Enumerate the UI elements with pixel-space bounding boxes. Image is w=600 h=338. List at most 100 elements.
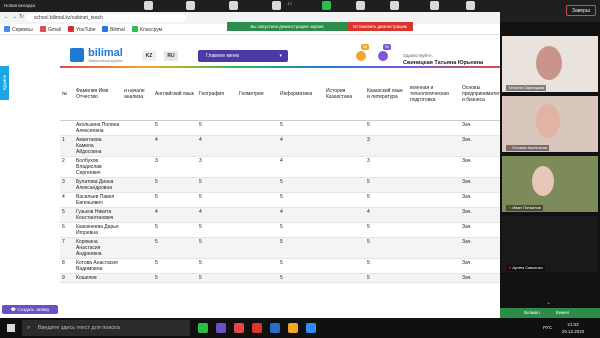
- grade-cell[interactable]: [324, 273, 365, 283]
- grade-cell[interactable]: 1: [60, 135, 74, 157]
- grade-cell[interactable]: 5: [60, 207, 74, 223]
- grade-cell[interactable]: Зач.: [460, 273, 500, 283]
- grade-cell[interactable]: Зач.: [460, 222, 500, 238]
- grade-cell[interactable]: 5: [197, 273, 237, 283]
- grade-cell[interactable]: 5: [278, 237, 324, 259]
- table-row[interactable]: 1 Амантаева Камила Айдосовна 4 4 4 3 Зач.: [60, 135, 500, 157]
- grade-cell[interactable]: 5: [197, 222, 237, 238]
- grade-cell[interactable]: 4: [365, 207, 408, 223]
- grade-cell[interactable]: 4: [197, 207, 237, 223]
- grade-cell[interactable]: [408, 222, 460, 238]
- grade-cell[interactable]: [408, 207, 460, 223]
- table-row[interactable]: 4 Васильев Павел Евгеньевич 5 5 5 5 Зач.: [60, 192, 500, 208]
- grade-cell[interactable]: [408, 156, 460, 178]
- word-icon[interactable]: [270, 323, 280, 333]
- grade-cell[interactable]: 4: [197, 135, 237, 157]
- video-tile[interactable]: ✕Артём Савченко: [502, 216, 598, 272]
- grade-cell[interactable]: 4: [153, 135, 197, 157]
- table-row[interactable]: 3 Булатова Диана Александровна 5 5 5 5 Зач.: [60, 177, 500, 193]
- create-request-button[interactable]: 💬 Создать заявку: [2, 305, 58, 314]
- table-row[interactable]: 2 Болбухов Владислав Сергеевич 3 3 4 3 Зач.: [60, 156, 500, 178]
- grade-cell[interactable]: 3: [365, 135, 408, 157]
- grade-cell[interactable]: 4: [60, 192, 74, 208]
- grade-cell[interactable]: [237, 120, 278, 136]
- lang-ru-button[interactable]: RU: [164, 51, 178, 61]
- grade-cell[interactable]: 4: [278, 135, 324, 157]
- grade-cell[interactable]: [122, 192, 153, 208]
- url-input[interactable]: school.bilimal.kz/cabinet_teach: [26, 14, 186, 22]
- grade-cell[interactable]: [324, 135, 365, 157]
- table-row[interactable]: 6 Казначеева Дарья Игоревна 5 5 5 5 Зач.: [60, 222, 500, 238]
- bookmark-youtube[interactable]: YouTube: [68, 26, 96, 34]
- grade-cell[interactable]: [408, 237, 460, 259]
- grade-cell[interactable]: 5: [197, 120, 237, 136]
- grade-cell[interactable]: [237, 237, 278, 259]
- grade-cell[interactable]: [408, 177, 460, 193]
- grade-cell[interactable]: [324, 207, 365, 223]
- grade-cell[interactable]: [324, 120, 365, 136]
- grade-cell[interactable]: 5: [153, 222, 197, 238]
- main-menu-button[interactable]: Главное меню ▾: [198, 50, 288, 62]
- notifications-icon[interactable]: [378, 51, 388, 61]
- video-tile[interactable]: ✕Иван Потвилов: [502, 156, 598, 212]
- grade-cell[interactable]: 5: [153, 258, 197, 274]
- table-row[interactable]: Акользина Полина Алексеевна 5 5 5 5 Зач.: [60, 120, 500, 136]
- bilimal-logo-icon[interactable]: [70, 48, 84, 62]
- grade-cell[interactable]: [237, 192, 278, 208]
- grade-cell[interactable]: Зач.: [460, 207, 500, 223]
- grade-cell[interactable]: [324, 222, 365, 238]
- clock[interactable]: 21:03 29.12.2020: [558, 321, 588, 335]
- grade-cell[interactable]: 5: [365, 258, 408, 274]
- grade-cell[interactable]: 5: [365, 177, 408, 193]
- grade-cell[interactable]: Зач.: [460, 135, 500, 157]
- taskbar-search[interactable]: ⌕ Введите здесь текст для поиска: [22, 320, 190, 336]
- grade-cell[interactable]: [122, 258, 153, 274]
- grade-cell[interactable]: [408, 258, 460, 274]
- grade-cell[interactable]: 5: [153, 273, 197, 283]
- grade-cell[interactable]: 5: [278, 258, 324, 274]
- bookmark-services[interactable]: Сервисы: [4, 26, 33, 34]
- grade-cell[interactable]: [237, 156, 278, 178]
- table-row[interactable]: 7 Корякина Анастасия Андреевна 5 5 5 5 Зач.: [60, 237, 500, 259]
- grade-cell[interactable]: 5: [278, 177, 324, 193]
- side-tab[interactable]: Кружок: [0, 66, 9, 100]
- grade-cell[interactable]: 5: [278, 273, 324, 283]
- grade-cell[interactable]: 7: [60, 237, 74, 259]
- grade-cell[interactable]: [408, 135, 460, 157]
- grade-cell[interactable]: 5: [365, 273, 408, 283]
- grade-cell[interactable]: 8: [60, 258, 74, 274]
- grade-cell[interactable]: [237, 273, 278, 283]
- grade-cell[interactable]: Зач.: [460, 192, 500, 208]
- powerpoint-icon[interactable]: [252, 323, 262, 333]
- grade-cell[interactable]: [122, 207, 153, 223]
- grade-cell[interactable]: 9: [60, 273, 74, 283]
- grade-cell[interactable]: [122, 273, 153, 283]
- chevron-down-icon[interactable]: ⌄: [546, 299, 551, 306]
- video-tile[interactable]: Татьяна Свиницкая: [502, 36, 598, 92]
- browser-tab[interactable]: Новая вкладка: [4, 3, 35, 8]
- grade-cell[interactable]: 5: [197, 258, 237, 274]
- grade-cell[interactable]: 5: [278, 222, 324, 238]
- grade-cell[interactable]: 4: [153, 207, 197, 223]
- grade-cell[interactable]: [122, 156, 153, 178]
- lang-kz-button[interactable]: KZ: [142, 51, 156, 61]
- viber-icon[interactable]: [216, 323, 226, 333]
- grade-cell[interactable]: 5: [365, 237, 408, 259]
- grade-cell[interactable]: 6: [60, 222, 74, 238]
- end-meeting-button[interactable]: Заверш: [566, 5, 596, 16]
- grade-cell[interactable]: 5: [278, 192, 324, 208]
- grade-cell[interactable]: 5: [365, 120, 408, 136]
- grade-cell[interactable]: 5: [153, 120, 197, 136]
- explorer-icon[interactable]: [288, 323, 298, 333]
- grade-cell[interactable]: 4: [278, 156, 324, 178]
- grade-cell[interactable]: 5: [197, 192, 237, 208]
- grade-cell[interactable]: 5: [197, 177, 237, 193]
- grade-cell[interactable]: [237, 258, 278, 274]
- grade-cell[interactable]: 3: [197, 156, 237, 178]
- grade-cell[interactable]: 5: [365, 222, 408, 238]
- grade-cell[interactable]: [122, 120, 153, 136]
- grade-cell[interactable]: [237, 135, 278, 157]
- reload-icon[interactable]: ↻: [18, 14, 25, 21]
- grade-cell[interactable]: 3: [153, 156, 197, 178]
- whatsapp-icon[interactable]: [198, 323, 208, 333]
